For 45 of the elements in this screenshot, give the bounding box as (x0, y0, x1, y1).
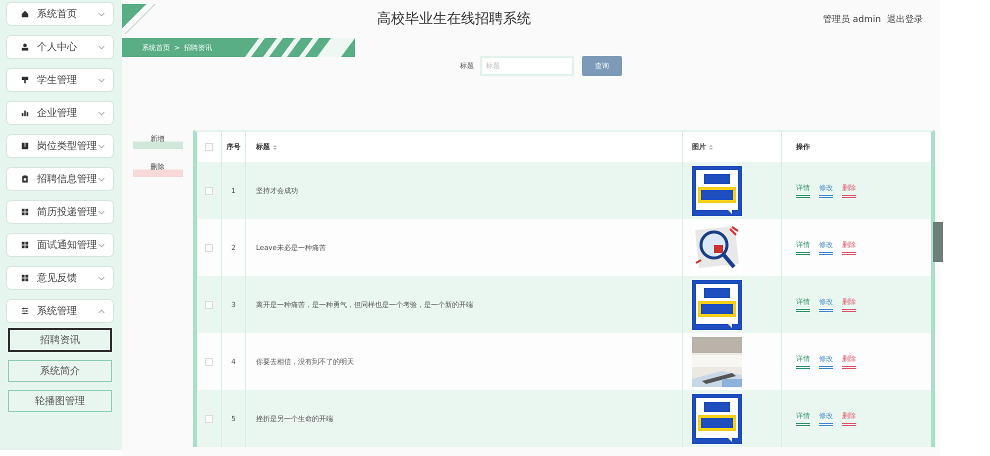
row-checkbox[interactable] (205, 414, 213, 422)
grid-icon (21, 241, 29, 249)
chevron-down-icon (98, 276, 105, 280)
submenu-item[interactable]: 轮播图管理 (8, 390, 112, 412)
row-checkbox[interactable] (205, 244, 213, 252)
chevron-down-icon (98, 12, 105, 16)
menu-item[interactable]: 招聘信息管理 (6, 167, 114, 191)
menu-item[interactable]: 面试通知管理 (6, 233, 114, 257)
bar-chart-icon (21, 109, 29, 117)
scrollbar-thumb[interactable] (933, 222, 943, 262)
menu-item[interactable]: 系统首页 (6, 2, 114, 26)
submenu-item[interactable]: 招聘资讯 (8, 328, 112, 352)
logout-link[interactable]: 退出登录 (887, 12, 923, 26)
chevron-down-icon (98, 242, 105, 248)
chevron-down-icon (98, 144, 105, 148)
submenu-item[interactable]: 系统简介 (8, 360, 112, 382)
grid-icon (21, 208, 29, 216)
sort-icon[interactable] (709, 144, 713, 150)
chevron-up-icon (98, 308, 105, 314)
menu-item[interactable]: 系统管理 (6, 299, 114, 323)
menu-item[interactable]: 学生管理 (6, 68, 114, 92)
user-label: 管理员 admin (822, 14, 881, 26)
row-checkbox[interactable] (205, 300, 213, 308)
chevron-down-icon (98, 210, 105, 214)
app-title: 高校毕业生在线招聘系统 (377, 10, 531, 28)
menu-item[interactable]: 岗位类型管理 (6, 134, 114, 158)
home-icon (21, 10, 29, 18)
chevron-down-icon (98, 44, 105, 50)
sort-icon[interactable] (273, 144, 277, 150)
menu-item[interactable]: 简历投递管理 (6, 200, 114, 224)
menu-item[interactable]: 企业管理 (6, 101, 114, 125)
sliders-icon (21, 307, 29, 315)
select-all-checkbox[interactable] (205, 143, 213, 151)
chevron-down-icon (98, 176, 105, 182)
book-icon (21, 142, 29, 150)
menu-item[interactable]: 个人中心 (6, 35, 114, 59)
clipboard-icon (21, 175, 29, 183)
podium-icon (21, 76, 29, 84)
chevron-down-icon (98, 110, 105, 116)
row-checkbox[interactable] (205, 358, 213, 366)
menu-item[interactable]: 意见反馈 (6, 266, 114, 290)
grid-icon (21, 274, 29, 282)
chevron-down-icon (98, 78, 105, 82)
row-checkbox[interactable] (205, 186, 213, 194)
user-icon (21, 43, 29, 51)
